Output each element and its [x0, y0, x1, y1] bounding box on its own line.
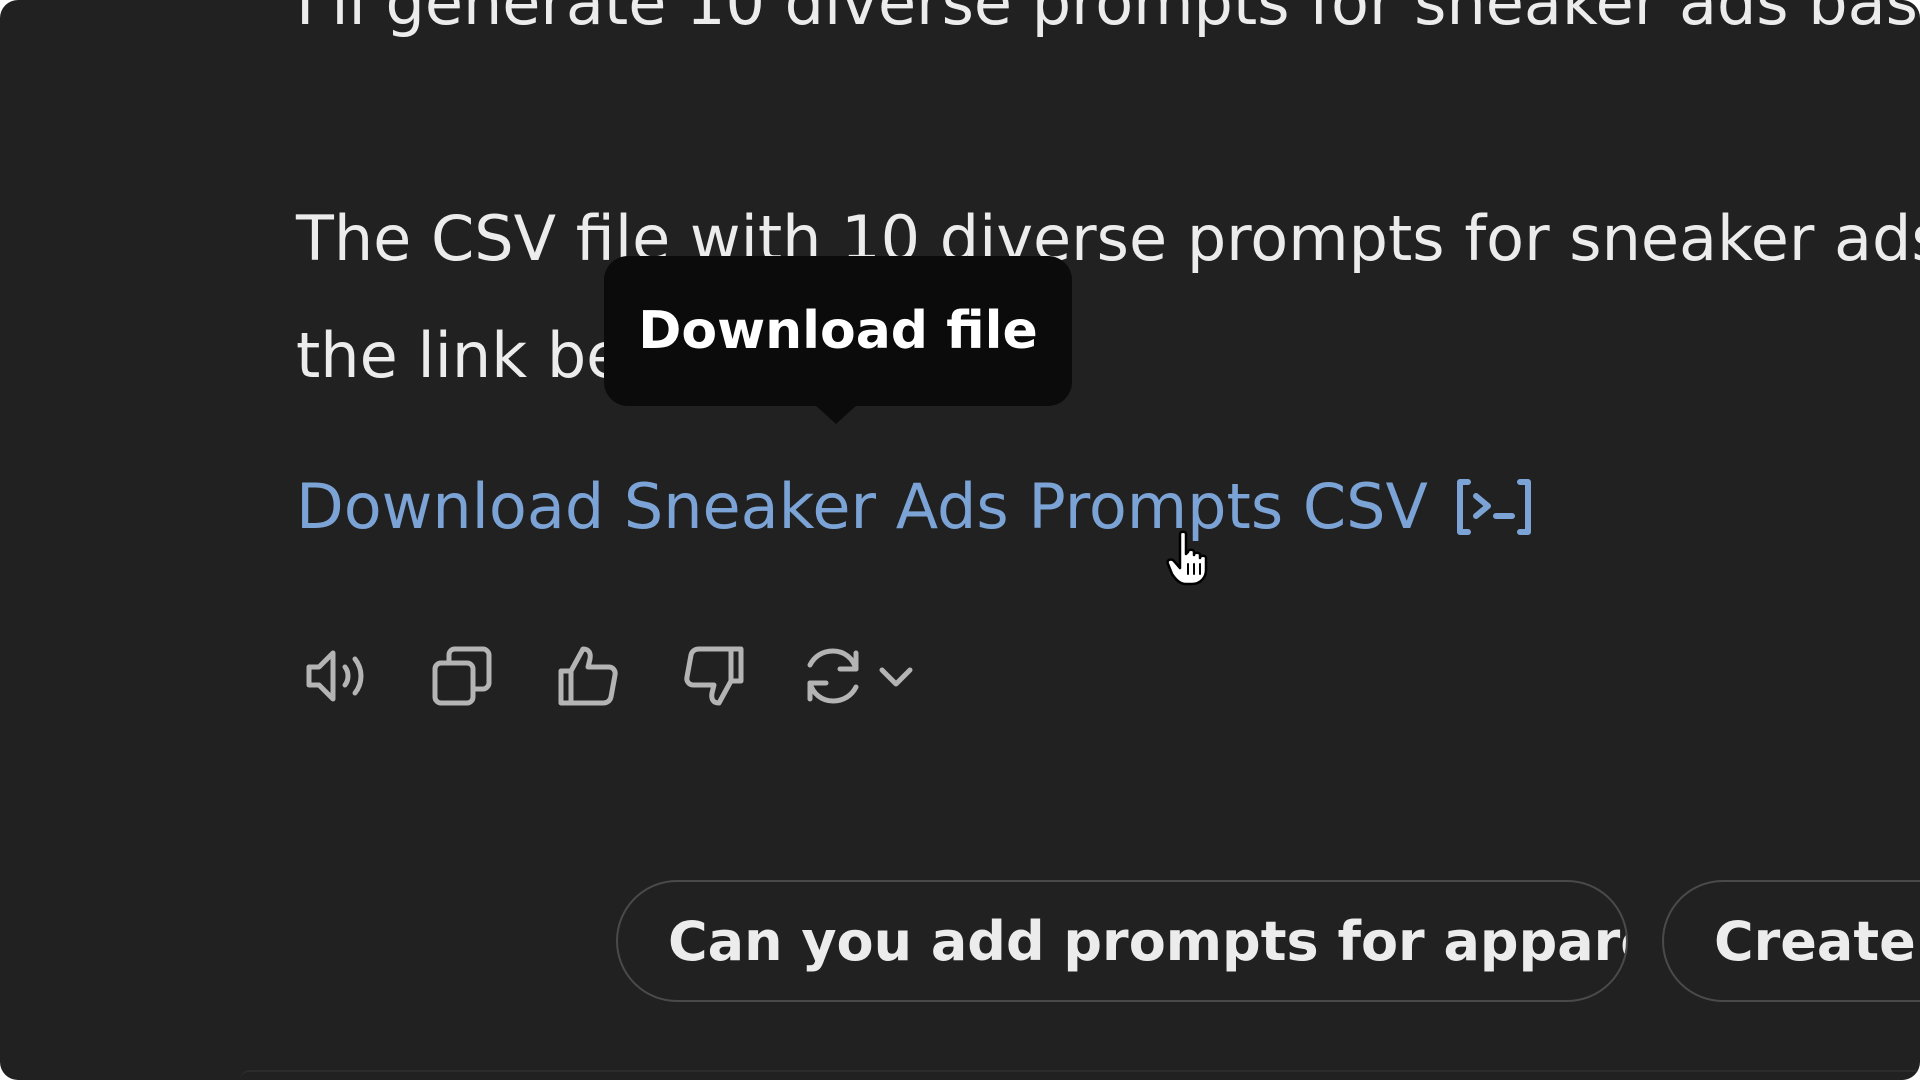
message-text-line-1: The CSV file with 10 diverse prompts for…	[296, 202, 1920, 275]
hand-cursor-icon	[1166, 530, 1208, 586]
regenerate-button[interactable]	[800, 636, 930, 716]
suggestion-chip-apparel[interactable]: Can you add prompts for apparel?	[616, 880, 1628, 1002]
message-actions	[296, 636, 930, 716]
download-tooltip: Download file	[604, 256, 1072, 424]
thumbs-up-icon	[558, 646, 618, 706]
suggestion-chip-label: Create a	[1714, 909, 1920, 973]
composer-top-edge	[240, 1070, 1920, 1080]
refresh-icon	[807, 648, 859, 704]
download-link-label: Download Sneaker Ads Prompts CSV	[296, 470, 1428, 543]
bad-response-button[interactable]	[674, 636, 754, 716]
read-aloud-button[interactable]	[296, 636, 376, 716]
thumbs-down-icon	[684, 646, 744, 706]
good-response-button[interactable]	[548, 636, 628, 716]
speaker-icon	[306, 650, 364, 702]
code-interpreter-icon	[1456, 479, 1531, 535]
chevron-down-icon	[879, 667, 913, 687]
suggestion-chip-create[interactable]: Create a	[1662, 880, 1920, 1002]
suggestion-chip-label: Can you add prompts for apparel?	[668, 909, 1628, 973]
tooltip-text: Download file	[638, 301, 1038, 361]
message-text-previous: I'll generate 10 diverse prompts for sne…	[296, 0, 1920, 39]
copy-icon	[432, 646, 492, 706]
message-text-line-2: the link be	[296, 319, 625, 392]
suggestion-chips: Can you add prompts for apparel? Create …	[0, 880, 1920, 1006]
copy-button[interactable]	[422, 636, 502, 716]
download-csv-link[interactable]: Download Sneaker Ads Prompts CSV	[296, 476, 1534, 538]
chat-window: I'll generate 10 diverse prompts for sne…	[0, 0, 1920, 1080]
